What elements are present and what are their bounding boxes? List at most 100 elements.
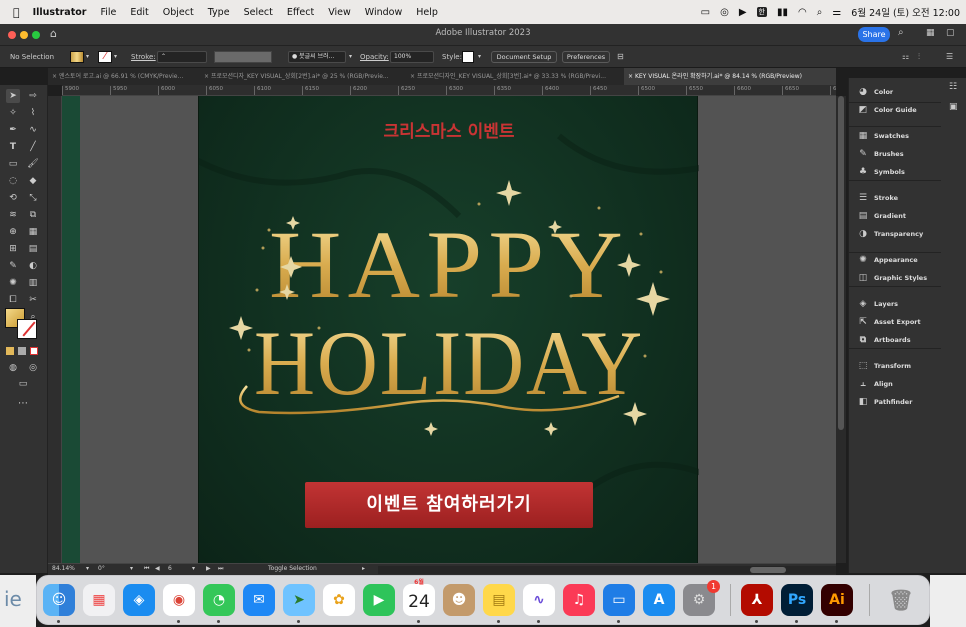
- stroke-label[interactable]: Stroke:: [131, 51, 156, 63]
- blend-tool-icon[interactable]: ◐: [26, 259, 40, 273]
- draw-mode-icon[interactable]: ◍: [6, 361, 20, 375]
- menu-object[interactable]: Object: [156, 7, 201, 18]
- menu-edit[interactable]: Edit: [123, 7, 155, 18]
- variable-width-profile[interactable]: [214, 51, 272, 63]
- artboard[interactable]: 크리스마스 이벤트 HAPPY HOLIDAY 이벤트 참여하러가기: [198, 96, 699, 563]
- close-tab-icon[interactable]: ×: [628, 73, 635, 80]
- draw-inside-icon[interactable]: ◎: [26, 361, 40, 375]
- trash-icon[interactable]: 🗑: [885, 584, 917, 616]
- menu-clock[interactable]: 6월 24일 (토) 오전 12:00: [851, 5, 960, 19]
- opacity-label[interactable]: Opacity:: [360, 51, 389, 63]
- gradient-mode-icon[interactable]: [18, 347, 26, 355]
- live-paint-tool-icon[interactable]: ▦: [26, 225, 40, 239]
- curvature-tool-icon[interactable]: ∿: [26, 123, 40, 137]
- menu-help[interactable]: Help: [409, 7, 445, 18]
- direct-selection-tool-icon[interactable]: ⇨: [26, 89, 40, 103]
- screen-mode-icon[interactable]: ▭: [16, 377, 30, 391]
- input-source-icon[interactable]: 한: [756, 7, 767, 17]
- first-artboard-icon[interactable]: ⏮: [144, 565, 149, 573]
- shape-builder-tool-icon[interactable]: ⊕: [6, 225, 20, 239]
- panel-graphic-styles[interactable]: ◫ Graphic Styles: [857, 270, 927, 286]
- control-center-icon[interactable]: ⚌: [832, 7, 841, 18]
- menu-file[interactable]: File: [93, 7, 123, 18]
- perspective-grid-tool-icon[interactable]: ⊞: [6, 242, 20, 256]
- safari-icon[interactable]: ◈: [123, 584, 155, 616]
- panel-pathfinder[interactable]: ◧ Pathfinder: [857, 394, 913, 410]
- fill-dropdown-chevron-icon[interactable]: ▾: [86, 51, 89, 63]
- panel-symbols[interactable]: ♣ Symbols: [857, 164, 905, 180]
- menu-window[interactable]: Window: [358, 7, 409, 18]
- panel-transform[interactable]: ⬚ Transform: [857, 358, 911, 374]
- stroke-weight-field[interactable]: ⌃: [157, 51, 207, 63]
- menu-type[interactable]: Type: [201, 7, 237, 18]
- facetime-icon[interactable]: ▶: [363, 584, 395, 616]
- slice-tool-icon[interactable]: ✂: [26, 293, 40, 307]
- width-tool-icon[interactable]: ≋: [6, 208, 20, 222]
- opacity-field[interactable]: 100%: [390, 51, 434, 63]
- eraser-tool-icon[interactable]: ◆: [26, 174, 40, 188]
- last-artboard-icon[interactable]: ⏭: [218, 565, 223, 573]
- share-button[interactable]: Share: [858, 27, 890, 42]
- panel-brushes[interactable]: ✎ Brushes: [857, 146, 903, 162]
- toggle-selection-status[interactable]: Toggle Selection: [268, 565, 317, 572]
- panel-stroke[interactable]: ☰ Stroke: [857, 190, 898, 206]
- shaper-tool-icon[interactable]: ◌: [6, 174, 20, 188]
- artboard-number-field[interactable]: 6: [168, 565, 172, 572]
- stroke-dropdown-chevron-icon[interactable]: ▾: [114, 51, 117, 63]
- style-chevron-icon[interactable]: ▾: [478, 51, 481, 63]
- display-icon[interactable]: ▭: [701, 7, 710, 18]
- panel-appearance[interactable]: ✺ Appearance: [857, 252, 917, 268]
- rectangle-tool-icon[interactable]: ▭: [6, 157, 20, 171]
- pen-tool-icon[interactable]: ✒: [6, 123, 20, 137]
- brush-chevron-icon[interactable]: ▾: [349, 51, 352, 63]
- fill-swatch[interactable]: [70, 51, 84, 63]
- document-setup-button[interactable]: Document Setup: [491, 51, 557, 63]
- chrome-icon[interactable]: ◉: [163, 584, 195, 616]
- menu-app-name[interactable]: Illustrator: [26, 7, 94, 18]
- scale-tool-icon[interactable]: ⤡: [26, 191, 40, 205]
- launchpad-icon[interactable]: ▦: [83, 584, 115, 616]
- messages-icon[interactable]: ◔: [203, 584, 235, 616]
- search-icon[interactable]: ⌕: [898, 27, 904, 38]
- horizontal-scrollbar[interactable]: [378, 566, 836, 574]
- apple-icon[interactable]: : [0, 6, 26, 19]
- play-icon[interactable]: ▶: [739, 7, 747, 18]
- search-icon[interactable]: ⌕: [817, 7, 823, 18]
- panel-layers[interactable]: ◈ Layers: [857, 296, 899, 312]
- close-tab-icon[interactable]: ×: [52, 73, 59, 80]
- brush-definition-select[interactable]: ● 붓글씨 브러...: [288, 51, 346, 63]
- magic-wand-tool-icon[interactable]: ✧: [6, 106, 20, 120]
- illustrator-icon[interactable]: Ai: [821, 584, 853, 616]
- menu-list-icon[interactable]: ☰: [946, 51, 953, 63]
- panel-color-guide[interactable]: ◩ Color Guide: [857, 102, 917, 118]
- zoom-level-field[interactable]: 84.14%: [52, 565, 75, 572]
- maps-icon[interactable]: ➤: [283, 584, 315, 616]
- rotate-tool-icon[interactable]: ⟲: [6, 191, 20, 205]
- freeform-icon[interactable]: ∿: [523, 584, 555, 616]
- document-tab[interactable]: × 프로모션디자인_KEY VISUAL_상회[3번].ai* @ 33.33 …: [406, 68, 624, 85]
- music-icon[interactable]: ♫: [563, 584, 595, 616]
- document-tab-active[interactable]: × KEY VISUAL 온라인 확장하기.ai* @ 84.14 % (RGB…: [624, 68, 836, 85]
- type-tool-icon[interactable]: T: [6, 140, 20, 154]
- panel-transparency[interactable]: ◑ Transparency: [857, 226, 923, 242]
- notes-icon[interactable]: ▤: [483, 584, 515, 616]
- wifi-icon[interactable]: ◠: [798, 7, 807, 18]
- mail-icon[interactable]: ✉: [243, 584, 275, 616]
- previous-artboard-icon[interactable]: ◀: [155, 565, 160, 572]
- stroke-none-swatch[interactable]: ⁄: [98, 51, 112, 63]
- photoshop-icon[interactable]: Ps: [781, 584, 813, 616]
- eyedropper-tool-icon[interactable]: ✎: [6, 259, 20, 273]
- status-menu-icon[interactable]: ▸: [362, 565, 365, 572]
- canvas[interactable]: 크리스마스 이벤트 HAPPY HOLIDAY 이벤트 참여하러가기: [62, 96, 836, 563]
- battery-icon[interactable]: ▮▮: [777, 7, 788, 18]
- panel-align[interactable]: ⫠ Align: [857, 376, 893, 392]
- selection-tool-icon[interactable]: ➤: [6, 89, 20, 103]
- contacts-icon[interactable]: ☻: [443, 584, 475, 616]
- more-tools-icon[interactable]: ⋯: [16, 397, 30, 411]
- workspace-icon[interactable]: ▦: [926, 28, 935, 38]
- panel-color[interactable]: ◕ Color: [857, 84, 893, 100]
- arrange-documents-icon[interactable]: ⊟: [617, 51, 624, 63]
- vertical-scrollbar[interactable]: [836, 96, 846, 563]
- menu-select[interactable]: Select: [237, 7, 280, 18]
- menu-view[interactable]: View: [321, 7, 358, 18]
